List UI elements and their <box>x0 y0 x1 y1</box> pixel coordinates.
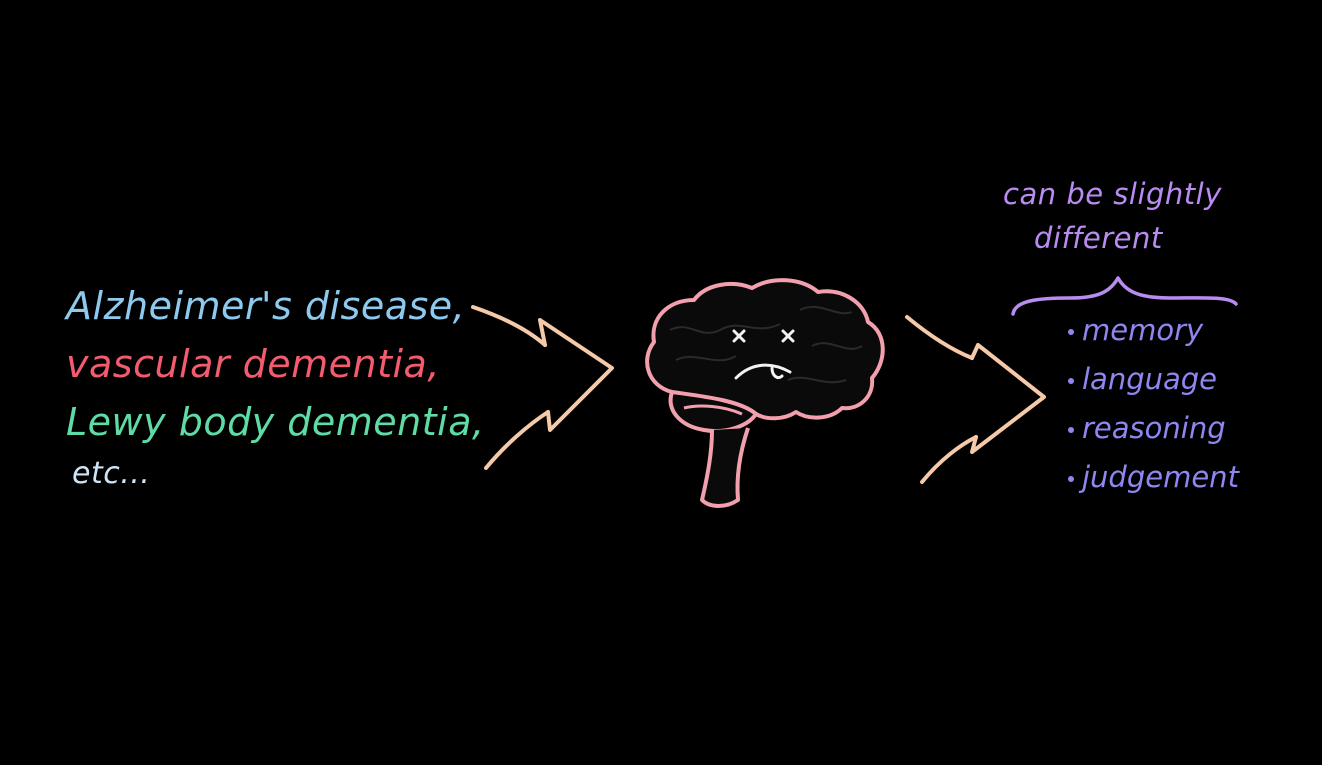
symptom-memory: memory <box>1082 313 1204 347</box>
curly-brace-icon <box>1011 276 1238 316</box>
note-line-1: can be slightly <box>1003 177 1222 211</box>
diverging-arrow-icon <box>905 315 1046 484</box>
symptom-list: memory language reasoning judgement <box>1068 313 1239 509</box>
dementia-diagram: Alzheimer's disease, vascular dementia, … <box>0 0 1322 765</box>
symptom-reasoning: reasoning <box>1082 411 1226 445</box>
list-item: language <box>1068 362 1239 411</box>
sad-brain-icon <box>645 278 885 508</box>
list-item: judgement <box>1068 460 1239 509</box>
bullet-dot <box>1068 378 1074 384</box>
bullet-dot <box>1068 476 1074 482</box>
list-item: memory <box>1068 313 1239 362</box>
brain-stem <box>700 427 750 508</box>
symptom-judgement: judgement <box>1082 460 1239 494</box>
list-item: reasoning <box>1068 411 1239 460</box>
note-line-2: different <box>1034 221 1163 255</box>
bullet-dot <box>1068 329 1074 335</box>
bullet-dot <box>1068 427 1074 433</box>
converging-arrow-icon <box>471 305 614 470</box>
symptom-language: language <box>1082 362 1218 396</box>
